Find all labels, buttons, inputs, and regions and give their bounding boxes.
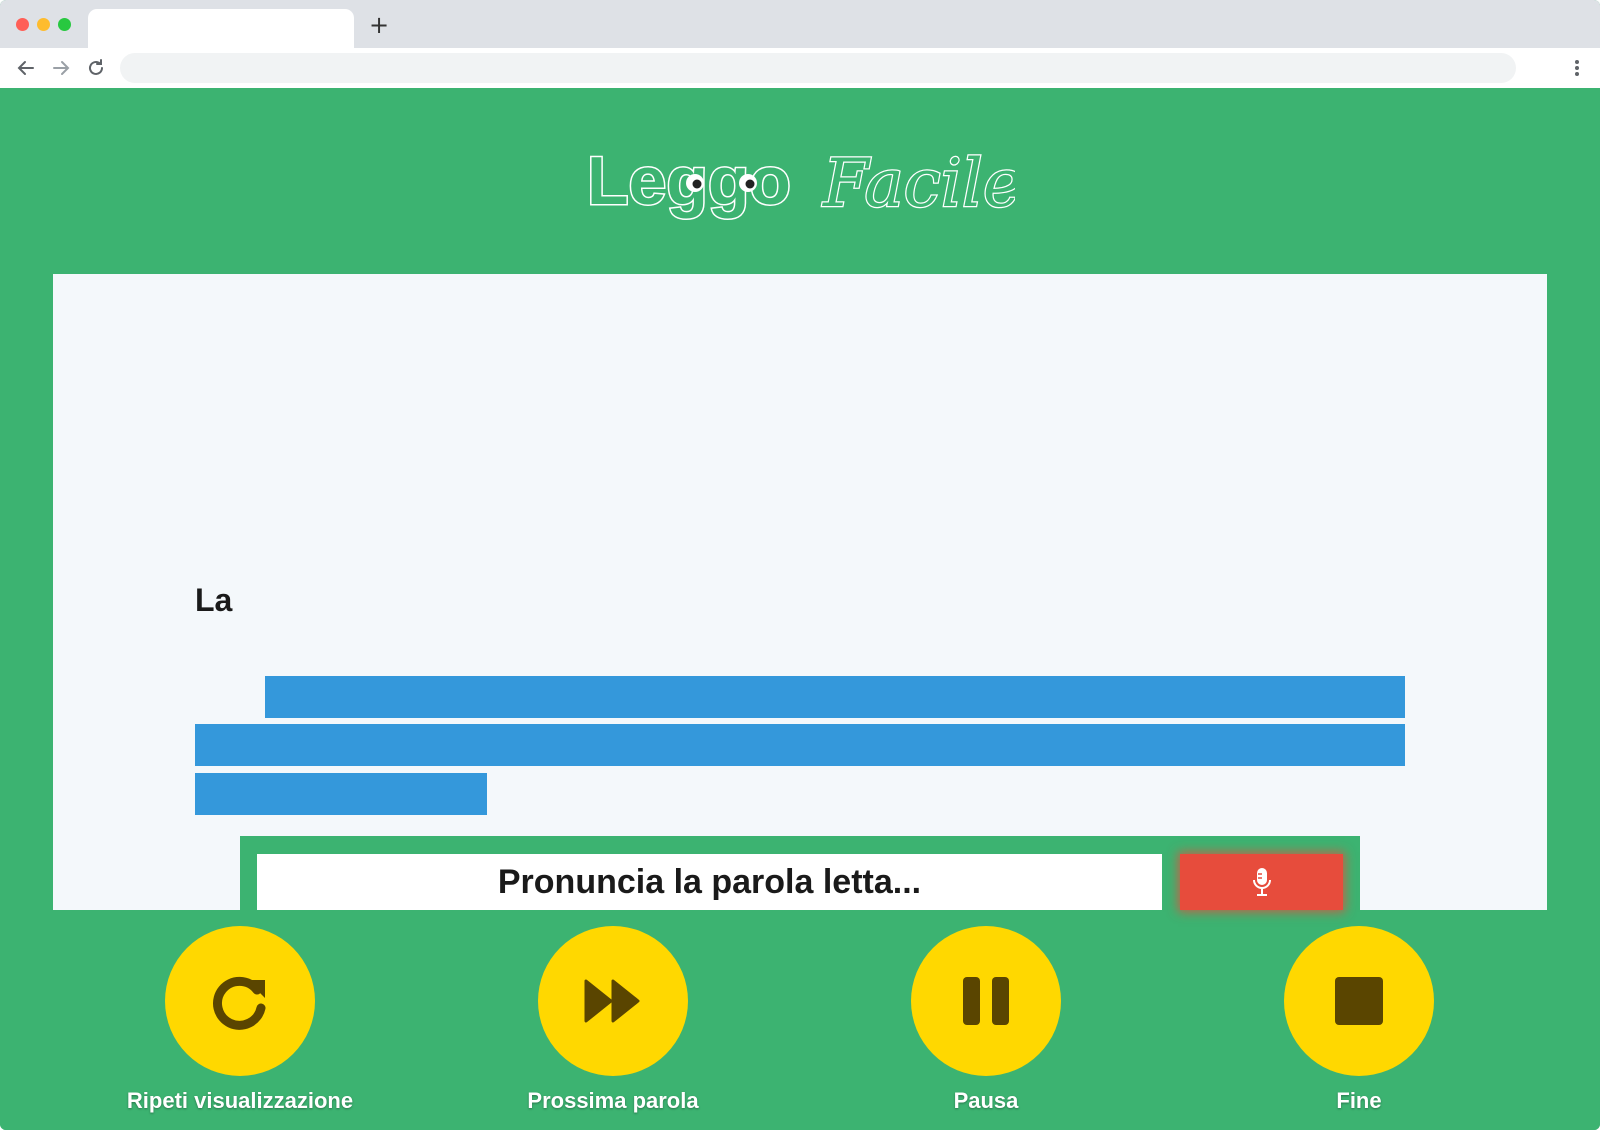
app-page: Leggo Facile La Pronuncia la parola lett… (0, 88, 1600, 1130)
end-button[interactable] (1284, 926, 1434, 1076)
repeat-button[interactable] (165, 926, 315, 1076)
new-tab-button[interactable]: + (368, 13, 390, 37)
repeat-label: Ripeti visualizzazione (126, 1088, 354, 1113)
browser-tab[interactable] (88, 9, 354, 48)
microphone-icon (1252, 868, 1271, 896)
pause-icon (963, 977, 1009, 1025)
close-window-button[interactable] (16, 18, 29, 31)
browser-toolbar (0, 48, 1600, 89)
hidden-text-bar (265, 676, 1405, 718)
app-logo: Leggo Facile (586, 142, 1016, 224)
maximize-window-button[interactable] (58, 18, 71, 31)
end-label: Fine (1336, 1088, 1382, 1113)
svg-text:Facile: Facile (822, 145, 1015, 222)
speech-panel: Pronuncia la parola letta... (240, 836, 1360, 910)
fast-forward-icon (584, 979, 640, 1023)
reading-area: La (53, 274, 1547, 910)
forward-arrow-icon[interactable] (49, 56, 73, 80)
hidden-text-bar (195, 724, 1405, 766)
hidden-text-bar (195, 773, 487, 815)
pause-control[interactable]: Pausa (856, 926, 1116, 1116)
browser-window: + Leggo Facile La Pronuncia la parola le… (0, 0, 1600, 1130)
next-word-label: Prossima parola (527, 1088, 699, 1113)
speech-recognition-field: Pronuncia la parola letta... (257, 854, 1162, 910)
repeat-icon (213, 976, 266, 1030)
repeat-control[interactable]: Ripeti visualizzazione (110, 926, 370, 1116)
speech-prompt: Pronuncia la parola letta... (497, 862, 922, 901)
stop-icon (1335, 977, 1383, 1025)
microphone-button[interactable] (1180, 854, 1343, 910)
kebab-menu-icon[interactable] (1567, 56, 1587, 80)
end-control[interactable]: Fine (1229, 926, 1489, 1116)
tab-bar: + (0, 0, 1600, 48)
back-arrow-icon[interactable] (14, 56, 38, 80)
pause-label: Pausa (953, 1088, 1019, 1113)
address-bar[interactable] (120, 53, 1516, 83)
next-word-button[interactable] (538, 926, 688, 1076)
logo-facile: Facile (822, 145, 1015, 222)
pause-button[interactable] (911, 926, 1061, 1076)
reload-icon[interactable] (84, 56, 108, 80)
minimize-window-button[interactable] (37, 18, 50, 31)
next-word-control[interactable]: Prossima parola (483, 926, 743, 1116)
displayed-word: La (195, 582, 233, 618)
